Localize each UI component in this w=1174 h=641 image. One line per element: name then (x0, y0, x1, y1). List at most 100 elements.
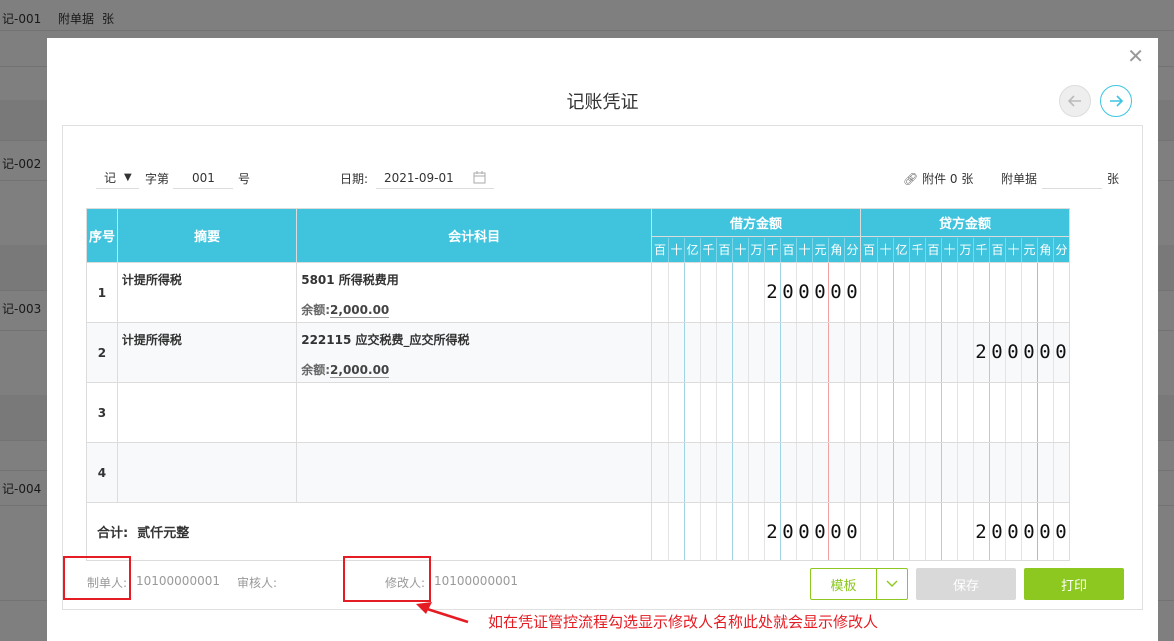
digit-grid-line (763, 443, 765, 502)
digit-unit-label: 分 (843, 237, 860, 262)
digit-grid-line (747, 383, 749, 442)
prev-voucher-button[interactable] (1059, 85, 1091, 117)
attachment-link[interactable]: 🔗︎ 附件 0 张 (903, 170, 973, 187)
annotation-text: 如在凭证管控流程勾选显示修改人名称此处就会显示修改人 (488, 613, 879, 631)
save-button[interactable]: 保存 (916, 568, 1016, 600)
amount-digit: 0 (1023, 521, 1035, 543)
summary-cell[interactable] (116, 382, 298, 443)
digit-unit-label: 千 (908, 237, 925, 262)
balance-value: 2,000.00 (330, 363, 390, 378)
amount-digit: 0 (782, 521, 794, 543)
digit-grid-line (876, 443, 878, 502)
summary-cell[interactable]: 计提所得税 (116, 322, 298, 383)
subject-text: 222115 应交税费_应交所得税 (301, 333, 470, 347)
debit-amount-cell[interactable] (650, 382, 861, 443)
digit-grid-line (924, 323, 926, 382)
next-voucher-button[interactable] (1100, 85, 1132, 117)
digit-grid-line (827, 443, 829, 502)
digit-grid-line (1052, 383, 1054, 442)
summary-cell[interactable]: 计提所得税 (116, 262, 298, 323)
digit-grid-line (892, 383, 894, 442)
amount-digit: 0 (830, 521, 842, 543)
subject-cell[interactable]: 5801 所得税费用 余额:2,000.00 (296, 262, 652, 323)
digit-grid-line (924, 503, 926, 560)
row-seq: 4 (86, 442, 118, 503)
date-input[interactable]: 2021-09-01 (376, 168, 494, 189)
digit-grid-line (715, 323, 717, 382)
digit-unit-label: 十 (940, 237, 957, 262)
digit-grid-line (940, 263, 942, 322)
amount-digit: 2 (766, 521, 778, 543)
modal-title: 记账凭证 (566, 92, 639, 113)
debit-amount-cell[interactable]: 200000 (650, 262, 861, 323)
digit-unit-label: 角 (827, 237, 844, 262)
digit-grid-line (1020, 443, 1022, 502)
digit-grid-line (763, 323, 765, 382)
amount-digit: 0 (1055, 341, 1067, 363)
amount-digit: 0 (991, 341, 1003, 363)
digit-grid-line (956, 443, 958, 502)
digit-grid-line (908, 443, 910, 502)
credit-amount-cell[interactable] (859, 442, 1071, 503)
amount-digit: 0 (846, 521, 858, 543)
digit-unit-label: 百 (924, 237, 941, 262)
template-button[interactable]: 模板 (810, 568, 908, 600)
caret-down-icon: ▼ (124, 172, 132, 183)
digit-grid (861, 443, 1068, 502)
amount-digit: 2 (975, 341, 987, 363)
debit-amount-cell[interactable] (650, 322, 861, 383)
summary-text: 计提所得税 (121, 273, 182, 287)
credit-digit-units: 百十亿千百十万千百十元角分 (859, 236, 1071, 263)
digit-grid-line (843, 383, 845, 442)
digit-grid (652, 443, 859, 502)
subject-cell[interactable] (296, 442, 652, 503)
digit-units-row: 百十亿千百十万千百十元角分 (652, 237, 860, 262)
digit-unit-label: 百 (862, 242, 875, 257)
digit-unit-label: 千 (972, 237, 989, 262)
voucher-type-select[interactable]: 记 ▼ (96, 168, 139, 189)
calendar-icon[interactable] (473, 171, 486, 184)
digit-grid-line (683, 323, 685, 382)
annotation-arrow-icon (416, 602, 469, 624)
total-credit-cell: 200000 (859, 502, 1071, 561)
digit-grid-line (763, 383, 765, 442)
digit-grid-line (747, 263, 749, 322)
modifier-value: 10100000001 (434, 574, 518, 588)
summary-cell[interactable] (116, 442, 298, 503)
header-seq: 序号 (86, 208, 118, 263)
header-summary: 摘要 (116, 208, 298, 263)
digit-unit-label: 百 (779, 237, 796, 262)
credit-amount-cell[interactable] (859, 382, 1071, 443)
attach-doc-input[interactable] (1042, 168, 1102, 189)
print-button[interactable]: 打印 (1024, 568, 1124, 600)
digit-grid-line (667, 323, 669, 382)
subject-cell[interactable] (296, 382, 652, 443)
annotation-box-modifier (343, 556, 431, 602)
digit-unit-label: 十 (795, 237, 812, 262)
credit-amount-cell[interactable]: 200000 (859, 322, 1071, 383)
digit-grid-line (667, 443, 669, 502)
summary-text: 计提所得税 (121, 333, 182, 347)
voucher-number-input[interactable]: 001 (173, 168, 233, 189)
digit-unit-label: 亿 (892, 237, 909, 262)
digit-grid-line (731, 443, 733, 502)
digit-unit-label: 十 (667, 237, 684, 262)
digit-grid-line (715, 263, 717, 322)
subject-cell[interactable]: 222115 应交税费_应交所得税 余额:2,000.00 (296, 322, 652, 383)
digit-unit-label: 百 (653, 242, 666, 257)
digit-grid-line (683, 503, 685, 560)
debit-amount-cell[interactable] (650, 442, 861, 503)
template-dropdown-toggle[interactable] (876, 569, 907, 599)
balance-value: 2,000.00 (330, 303, 390, 318)
digit-unit-label: 元 (811, 237, 828, 262)
total-debit-cell: 200000 (650, 502, 861, 561)
digit-grid-line (715, 503, 717, 560)
close-icon[interactable]: ✕ (1127, 46, 1144, 66)
digit-unit-label: 十 (731, 237, 748, 262)
credit-amount-cell[interactable] (859, 262, 1071, 323)
digit-grid-line (924, 443, 926, 502)
digit-grid-line (699, 503, 701, 560)
digit-grid-line (1020, 263, 1022, 322)
digit-grid-line (876, 323, 878, 382)
reviewer-label: 审核人: (237, 576, 278, 590)
